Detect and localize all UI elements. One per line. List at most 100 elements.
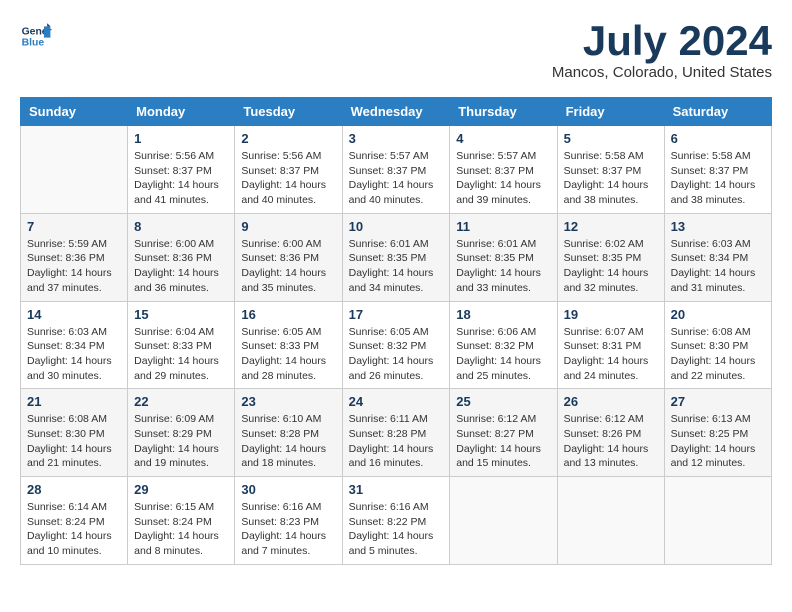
calendar-day-cell: 8Sunrise: 6:00 AM Sunset: 8:36 PM Daylig… — [128, 213, 235, 301]
month-title: July 2024 — [552, 20, 772, 62]
day-info: Sunrise: 5:58 AM Sunset: 8:37 PM Dayligh… — [564, 149, 658, 208]
day-number: 13 — [671, 219, 765, 234]
day-number: 25 — [456, 394, 550, 409]
day-info: Sunrise: 6:12 AM Sunset: 8:26 PM Dayligh… — [564, 412, 658, 471]
calendar-day-cell: 27Sunrise: 6:13 AM Sunset: 8:25 PM Dayli… — [664, 389, 771, 477]
day-info: Sunrise: 6:00 AM Sunset: 8:36 PM Dayligh… — [241, 237, 335, 296]
day-number: 2 — [241, 131, 335, 146]
day-info: Sunrise: 5:57 AM Sunset: 8:37 PM Dayligh… — [456, 149, 550, 208]
day-info: Sunrise: 6:02 AM Sunset: 8:35 PM Dayligh… — [564, 237, 658, 296]
day-info: Sunrise: 6:09 AM Sunset: 8:29 PM Dayligh… — [134, 412, 228, 471]
calendar-day-cell — [557, 477, 664, 565]
calendar-day-cell: 13 Sunrise: 6:03 AM Sunset: 8:34 PM Dayli… — [664, 213, 771, 301]
calendar-day-cell: 31Sunrise: 6:16 AM Sunset: 8:22 PM Dayli… — [342, 477, 450, 565]
day-info: Sunrise: 6:11 AM Sunset: 8:28 PM Dayligh… — [349, 412, 444, 471]
day-info: Sunrise: 6:08 AM Sunset: 8:30 PM Dayligh… — [27, 412, 121, 471]
day-number: 18 — [456, 307, 550, 322]
day-info: Sunrise: 6:03 AM Sunset: 8:34 PM Dayligh… — [671, 237, 765, 296]
title-block: July 2024 Mancos, Colorado, United State… — [552, 20, 772, 81]
calendar-week-row: 21Sunrise: 6:08 AM Sunset: 8:30 PM Dayli… — [21, 389, 772, 477]
day-info: Sunrise: 6:15 AM Sunset: 8:24 PM Dayligh… — [134, 500, 228, 559]
col-header-monday: Monday — [128, 98, 235, 126]
day-number: 30 — [241, 482, 335, 497]
calendar-day-cell: 1 Sunrise: 5:56 AM Sunset: 8:37 PM Daylig… — [128, 126, 235, 214]
calendar-day-cell: 6 Sunrise: 5:58 AM Sunset: 8:37 PM Daylig… — [664, 126, 771, 214]
day-number: 28 — [27, 482, 121, 497]
calendar-week-row: 7 Sunrise: 5:59 AM Sunset: 8:36 PM Daylig… — [21, 213, 772, 301]
page-header: General Blue July 2024 Mancos, Colorado,… — [20, 20, 772, 81]
day-info: Sunrise: 5:57 AM Sunset: 8:37 PM Dayligh… — [349, 149, 444, 208]
calendar-day-cell: 12 Sunrise: 6:02 AM Sunset: 8:35 PM Dayli… — [557, 213, 664, 301]
calendar-day-cell: 30 Sunrise: 6:16 AM Sunset: 8:23 PM Dayli… — [235, 477, 342, 565]
calendar-day-cell — [664, 477, 771, 565]
calendar-day-cell: 17 Sunrise: 6:05 AM Sunset: 8:32 PM Dayli… — [342, 301, 450, 389]
calendar-week-row: 1 Sunrise: 5:56 AM Sunset: 8:37 PM Daylig… — [21, 126, 772, 214]
calendar-day-cell: 15Sunrise: 6:04 AM Sunset: 8:33 PM Dayli… — [128, 301, 235, 389]
day-number: 24 — [349, 394, 444, 409]
day-number: 15 — [134, 307, 228, 322]
day-number: 14 — [27, 307, 121, 322]
day-number: 20 — [671, 307, 765, 322]
day-number: 6 — [671, 131, 765, 146]
day-info: Sunrise: 6:08 AM Sunset: 8:30 PM Dayligh… — [671, 325, 765, 384]
calendar-day-cell: 16 Sunrise: 6:05 AM Sunset: 8:33 PM Dayli… — [235, 301, 342, 389]
day-number: 26 — [564, 394, 658, 409]
day-info: Sunrise: 6:12 AM Sunset: 8:27 PM Dayligh… — [456, 412, 550, 471]
day-number: 4 — [456, 131, 550, 146]
calendar-day-cell: 29Sunrise: 6:15 AM Sunset: 8:24 PM Dayli… — [128, 477, 235, 565]
svg-text:Blue: Blue — [22, 38, 45, 49]
day-info: Sunrise: 6:16 AM Sunset: 8:22 PM Dayligh… — [349, 500, 444, 559]
col-header-thursday: Thursday — [450, 98, 557, 126]
day-number: 7 — [27, 219, 121, 234]
calendar-day-cell: 4 Sunrise: 5:57 AM Sunset: 8:37 PM Daylig… — [450, 126, 557, 214]
day-info: Sunrise: 5:56 AM Sunset: 8:37 PM Dayligh… — [134, 149, 228, 208]
calendar-day-cell: 2Sunrise: 5:56 AM Sunset: 8:37 PM Daylig… — [235, 126, 342, 214]
day-number: 8 — [134, 219, 228, 234]
day-info: Sunrise: 6:06 AM Sunset: 8:32 PM Dayligh… — [456, 325, 550, 384]
day-info: Sunrise: 6:13 AM Sunset: 8:25 PM Dayligh… — [671, 412, 765, 471]
day-info: Sunrise: 6:05 AM Sunset: 8:33 PM Dayligh… — [241, 325, 335, 384]
calendar-week-row: 28 Sunrise: 6:14 AM Sunset: 8:24 PM Dayli… — [21, 477, 772, 565]
calendar-day-cell: 7 Sunrise: 5:59 AM Sunset: 8:36 PM Daylig… — [21, 213, 128, 301]
col-header-tuesday: Tuesday — [235, 98, 342, 126]
day-info: Sunrise: 6:10 AM Sunset: 8:28 PM Dayligh… — [241, 412, 335, 471]
calendar-day-cell: 22Sunrise: 6:09 AM Sunset: 8:29 PM Dayli… — [128, 389, 235, 477]
calendar-day-cell: 3 Sunrise: 5:57 AM Sunset: 8:37 PM Daylig… — [342, 126, 450, 214]
calendar-day-cell: 20 Sunrise: 6:08 AM Sunset: 8:30 PM Dayli… — [664, 301, 771, 389]
day-info: Sunrise: 6:16 AM Sunset: 8:23 PM Dayligh… — [241, 500, 335, 559]
calendar-day-cell: 11 Sunrise: 6:01 AM Sunset: 8:35 PM Dayli… — [450, 213, 557, 301]
logo-icon: General Blue — [20, 20, 52, 52]
day-number: 12 — [564, 219, 658, 234]
calendar-table: SundayMondayTuesdayWednesdayThursdayFrid… — [20, 97, 772, 565]
day-number: 11 — [456, 219, 550, 234]
day-info: Sunrise: 5:59 AM Sunset: 8:36 PM Dayligh… — [27, 237, 121, 296]
calendar-day-cell: 18 Sunrise: 6:06 AM Sunset: 8:32 PM Dayli… — [450, 301, 557, 389]
col-header-friday: Friday — [557, 98, 664, 126]
day-info: Sunrise: 5:58 AM Sunset: 8:37 PM Dayligh… — [671, 149, 765, 208]
day-number: 19 — [564, 307, 658, 322]
logo: General Blue — [20, 20, 52, 52]
day-number: 9 — [241, 219, 335, 234]
day-info: Sunrise: 6:07 AM Sunset: 8:31 PM Dayligh… — [564, 325, 658, 384]
calendar-day-cell: 23 Sunrise: 6:10 AM Sunset: 8:28 PM Dayli… — [235, 389, 342, 477]
calendar-week-row: 14Sunrise: 6:03 AM Sunset: 8:34 PM Dayli… — [21, 301, 772, 389]
day-number: 17 — [349, 307, 444, 322]
day-number: 16 — [241, 307, 335, 322]
day-number: 10 — [349, 219, 444, 234]
day-info: Sunrise: 6:05 AM Sunset: 8:32 PM Dayligh… — [349, 325, 444, 384]
calendar-day-cell: 26 Sunrise: 6:12 AM Sunset: 8:26 PM Dayli… — [557, 389, 664, 477]
day-info: Sunrise: 6:14 AM Sunset: 8:24 PM Dayligh… — [27, 500, 121, 559]
calendar-day-cell: 25 Sunrise: 6:12 AM Sunset: 8:27 PM Dayli… — [450, 389, 557, 477]
day-info: Sunrise: 6:01 AM Sunset: 8:35 PM Dayligh… — [456, 237, 550, 296]
day-number: 1 — [134, 131, 228, 146]
calendar-day-cell: 5 Sunrise: 5:58 AM Sunset: 8:37 PM Daylig… — [557, 126, 664, 214]
calendar-day-cell: 9 Sunrise: 6:00 AM Sunset: 8:36 PM Daylig… — [235, 213, 342, 301]
calendar-day-cell: 19 Sunrise: 6:07 AM Sunset: 8:31 PM Dayli… — [557, 301, 664, 389]
day-number: 3 — [349, 131, 444, 146]
day-info: Sunrise: 6:01 AM Sunset: 8:35 PM Dayligh… — [349, 237, 444, 296]
day-number: 23 — [241, 394, 335, 409]
col-header-saturday: Saturday — [664, 98, 771, 126]
location: Mancos, Colorado, United States — [552, 64, 772, 81]
day-number: 5 — [564, 131, 658, 146]
calendar-day-cell — [21, 126, 128, 214]
